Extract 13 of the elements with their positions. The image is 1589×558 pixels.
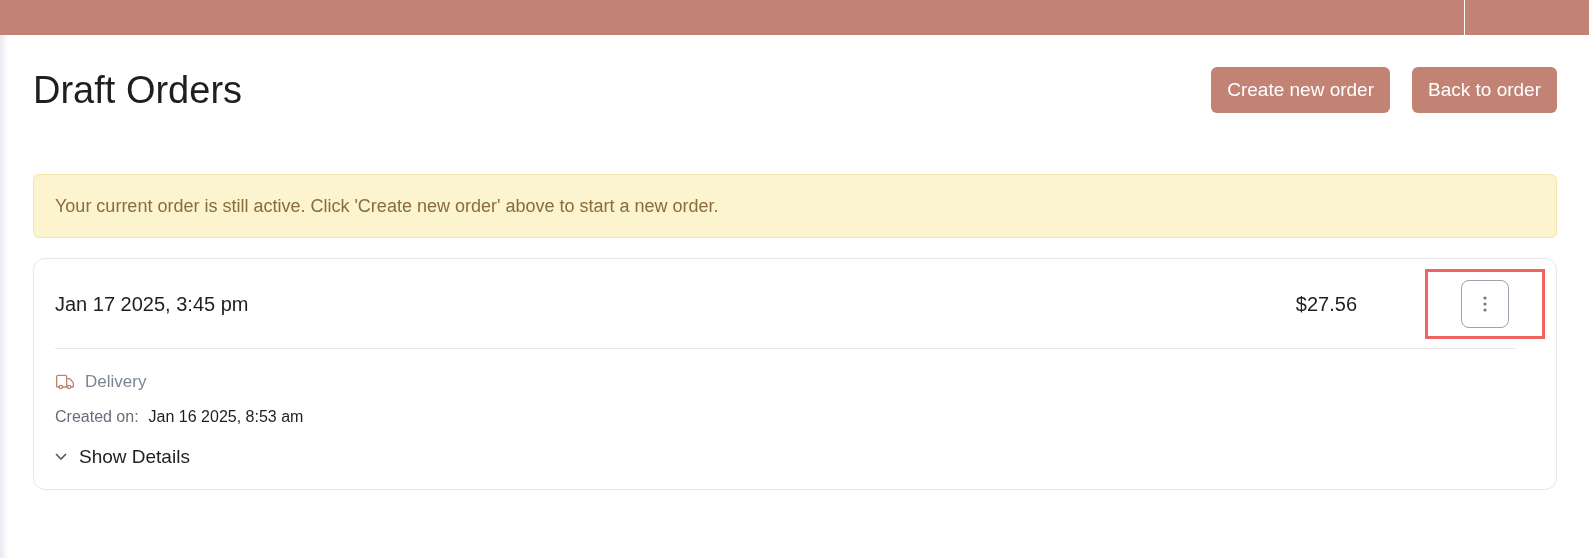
created-date: Jan 16 2025, 8:53 am	[148, 406, 304, 427]
action-button[interactable]: Back to order	[1412, 67, 1557, 113]
order-date: Jan 17 2025, 3:45 pm	[55, 291, 250, 317]
more-options-button[interactable]	[1461, 279, 1509, 328]
order-total: $27.56	[1295, 291, 1357, 317]
fulfillment-method: Delivery	[85, 371, 147, 393]
page-title: Draft Orders	[33, 67, 243, 113]
more-vertical-icon	[1483, 295, 1487, 312]
chevron-down-icon	[55, 453, 67, 461]
details-toggle[interactable]: Show Details	[55, 442, 1535, 471]
created-label: Created on:	[55, 406, 139, 427]
alert-text: Your current order is still active. Click 'Create new order' above to start a new order.	[55, 194, 719, 218]
action-button[interactable]: Create new order	[1211, 67, 1390, 113]
